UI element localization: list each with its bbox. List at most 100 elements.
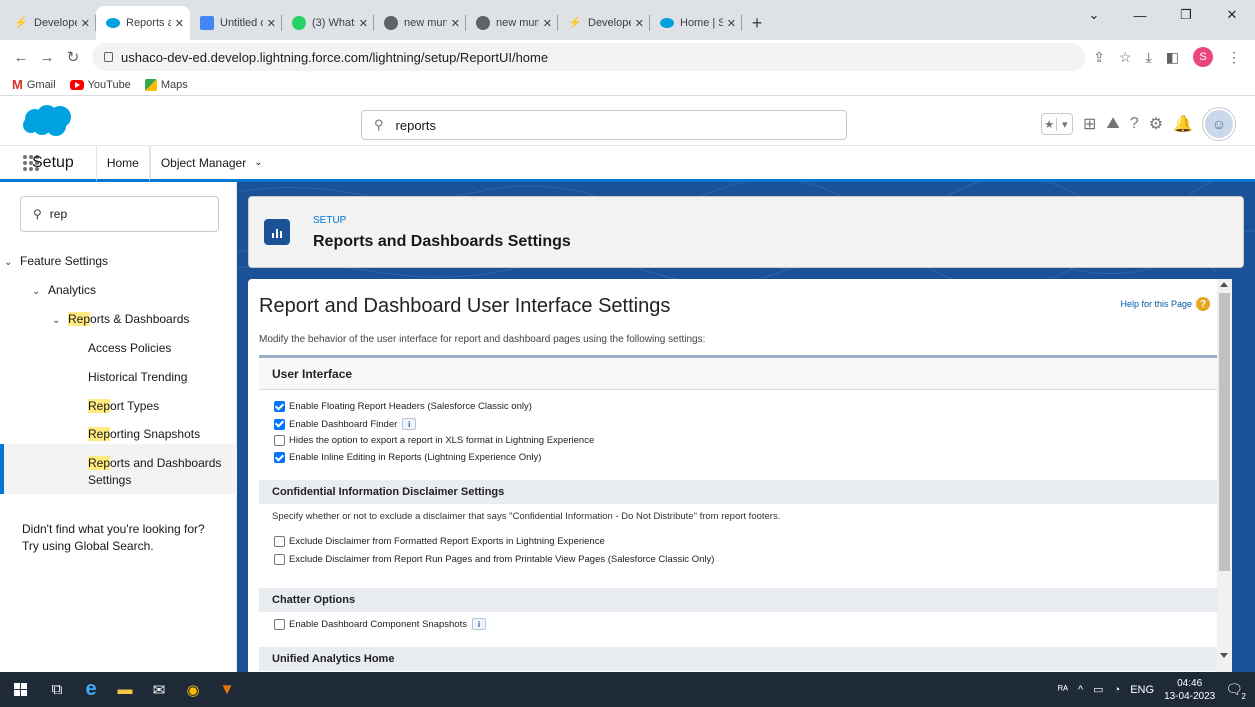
salesforce-logo[interactable] (22, 104, 74, 138)
tree-leaf-historical-trending[interactable]: Historical Trending (88, 370, 187, 384)
setup-gear-icon[interactable]: ⚙ (1149, 114, 1163, 134)
checkbox-hide-xls-export[interactable] (274, 435, 285, 446)
chevron-down-icon[interactable]: ⌄ (52, 315, 64, 326)
checkbox-dashboard-snapshots[interactable] (274, 618, 285, 630)
checkbox-exclude-disclaimer-run-pages[interactable] (274, 554, 285, 565)
language-indicator[interactable]: ENG (1130, 684, 1154, 696)
info-icon[interactable]: i (471, 618, 486, 630)
global-search-input[interactable]: ⚲ reports (361, 110, 847, 140)
scrollbar-thumb[interactable] (1219, 293, 1230, 571)
chevron-down-icon[interactable]: ⌄ (254, 157, 262, 168)
tab-close-icon[interactable]: ✕ (451, 17, 460, 30)
setup-tree-panel: ⚲ rep ⌄ Feature Settings ⌄ Analytics ⌄ Repo… (0, 182, 237, 672)
trailhead-icon[interactable]: ⛰ (1106, 115, 1119, 133)
tree-leaf-access-policies[interactable]: Access Policies (88, 341, 171, 355)
option-dashboard-finder[interactable]: Enable Dashboard Finder i (274, 418, 417, 430)
content-scrollbar[interactable] (1217, 279, 1232, 672)
browser-tab[interactable]: Reports and D✕ (96, 6, 190, 40)
browser-tab[interactable]: (3) WhatsApp✕ (282, 6, 374, 40)
browser-tab[interactable]: Untitled docu✕ (190, 6, 282, 40)
task-view-icon[interactable]: ⧉ (40, 672, 74, 707)
tree-leaf-report-types[interactable]: Report Types (88, 399, 159, 413)
profile-avatar[interactable]: S (1193, 47, 1213, 67)
restore-button[interactable]: ❐ (1163, 0, 1209, 30)
bookmark-star-icon[interactable]: ☆ (1119, 49, 1132, 66)
new-tab-button[interactable]: + (742, 6, 772, 40)
file-explorer-icon[interactable]: ▬ (108, 672, 142, 707)
mail-icon[interactable]: ✉ (142, 672, 176, 707)
scroll-down-arrow-icon[interactable] (1220, 653, 1228, 658)
help-for-this-page-link[interactable]: Help for this Page ? (1120, 297, 1210, 311)
people-icon[interactable]: ᴿᴬ (1058, 684, 1068, 696)
notification-center-icon[interactable]: 🗨 2 (1225, 681, 1246, 701)
option-dashboard-snapshots[interactable]: Enable Dashboard Component Snapshots i (274, 618, 486, 630)
user-interface-section: User Interface Enable Floating Report He… (259, 355, 1217, 672)
search-icon: ⚲ (374, 117, 384, 132)
edge-browser-icon[interactable]: e (74, 672, 108, 707)
nav-tab-home[interactable]: Home (95, 146, 150, 182)
option-floating-report-headers[interactable]: Enable Floating Report Headers (Salesfor… (274, 401, 532, 412)
minimize-button[interactable]: — (1117, 0, 1163, 30)
download-icon[interactable]: ⤓ (1146, 49, 1152, 66)
global-actions-icon[interactable]: ⊞ (1083, 114, 1096, 134)
checkbox-exclude-disclaimer-exports[interactable] (274, 536, 285, 547)
tree-leaf-reporting-snapshots[interactable]: Reporting Snapshots (88, 427, 200, 441)
tree-node-analytics[interactable]: ⌄ Analytics (32, 283, 96, 297)
info-icon[interactable]: i (402, 418, 417, 430)
tree-node-reports-dashboards[interactable]: ⌄ Reports & Dashboards (52, 312, 189, 326)
browser-tab[interactable]: ⚡Developer Po✕ (4, 6, 96, 40)
clock[interactable]: 04:46 13-04-2023 (1164, 677, 1215, 703)
back-button[interactable]: ← (8, 49, 34, 66)
browser-tab[interactable]: Home | Salesf✕ (650, 6, 742, 40)
favorites-star-icon[interactable]: ★ (1042, 118, 1057, 131)
forward-button[interactable]: → (34, 49, 60, 66)
start-button[interactable] (0, 672, 40, 707)
option-exclude-disclaimer-exports[interactable]: Exclude Disclaimer from Formatted Report… (274, 536, 605, 547)
help-question-icon: ? (1196, 297, 1210, 311)
address-bar[interactable]: ushaco-dev-ed.develop.lightning.force.co… (92, 43, 1086, 71)
side-panel-icon[interactable]: ◧ (1166, 49, 1179, 66)
bookmark-gmail[interactable]: M Gmail (12, 77, 56, 92)
notifications-bell-icon[interactable]: 🔔 (1173, 114, 1193, 134)
tab-close-icon[interactable]: ✕ (81, 17, 90, 30)
tab-close-icon[interactable]: ✕ (727, 17, 736, 30)
chevron-down-icon[interactable]: ⌄ (4, 257, 16, 268)
tab-close-icon[interactable]: ✕ (543, 17, 552, 30)
tab-search-icon[interactable]: ⌄ (1071, 0, 1117, 30)
tab-close-icon[interactable]: ✕ (175, 17, 184, 30)
wifi-icon[interactable]: ◔ (1114, 684, 1121, 696)
browser-tab[interactable]: new munal_2(✕ (374, 6, 466, 40)
tab-close-icon[interactable]: ✕ (359, 17, 368, 30)
favorites-dropdown-icon[interactable]: ▾ (1056, 117, 1072, 131)
option-inline-editing[interactable]: Enable Inline Editing in Reports (Lightn… (274, 452, 541, 463)
help-icon[interactable]: ? (1130, 115, 1139, 133)
nav-tab-object-manager[interactable]: Object Manager ⌄ (149, 146, 273, 179)
favorites-control[interactable]: ★ ▾ (1040, 113, 1073, 135)
share-icon[interactable]: ⇪ (1093, 49, 1105, 66)
browser-tab[interactable]: ⚡Developer Po✕ (558, 6, 650, 40)
reload-button[interactable]: ↻ (60, 48, 86, 66)
app-icon[interactable]: ▼ (210, 672, 244, 707)
bookmark-maps[interactable]: Maps (144, 78, 188, 91)
checkbox-dashboard-finder[interactable] (274, 418, 285, 430)
checkbox-floating-report-headers[interactable] (274, 401, 285, 412)
checkbox-inline-editing[interactable] (274, 452, 285, 463)
quick-find-input[interactable]: ⚲ rep (20, 196, 219, 232)
chevron-down-icon[interactable]: ⌄ (32, 286, 44, 297)
battery-icon[interactable]: ▭ (1093, 683, 1103, 696)
option-hide-xls-export[interactable]: Hides the option to export a report in X… (274, 435, 594, 446)
bookmark-youtube[interactable]: YouTube (69, 79, 131, 91)
tray-chevron-icon[interactable]: ^ (1078, 684, 1083, 696)
lock-icon (104, 52, 113, 62)
scroll-up-arrow-icon[interactable] (1220, 282, 1228, 287)
browser-tab[interactable]: new munal_2(✕ (466, 6, 558, 40)
tree-node-feature-settings[interactable]: ⌄ Feature Settings (4, 254, 108, 268)
tab-close-icon[interactable]: ✕ (267, 17, 276, 30)
tab-close-icon[interactable]: ✕ (635, 17, 644, 30)
tree-leaf-reports-dashboards-settings[interactable]: Reports and Dashboards Settings (88, 455, 228, 489)
browser-menu-icon[interactable]: ⋮ (1227, 49, 1241, 66)
user-avatar[interactable]: ☺ (1203, 108, 1235, 140)
option-exclude-disclaimer-run-pages[interactable]: Exclude Disclaimer from Report Run Pages… (274, 554, 714, 565)
close-window-button[interactable]: ✕ (1209, 0, 1255, 30)
chrome-icon[interactable]: ◉ (176, 672, 210, 707)
